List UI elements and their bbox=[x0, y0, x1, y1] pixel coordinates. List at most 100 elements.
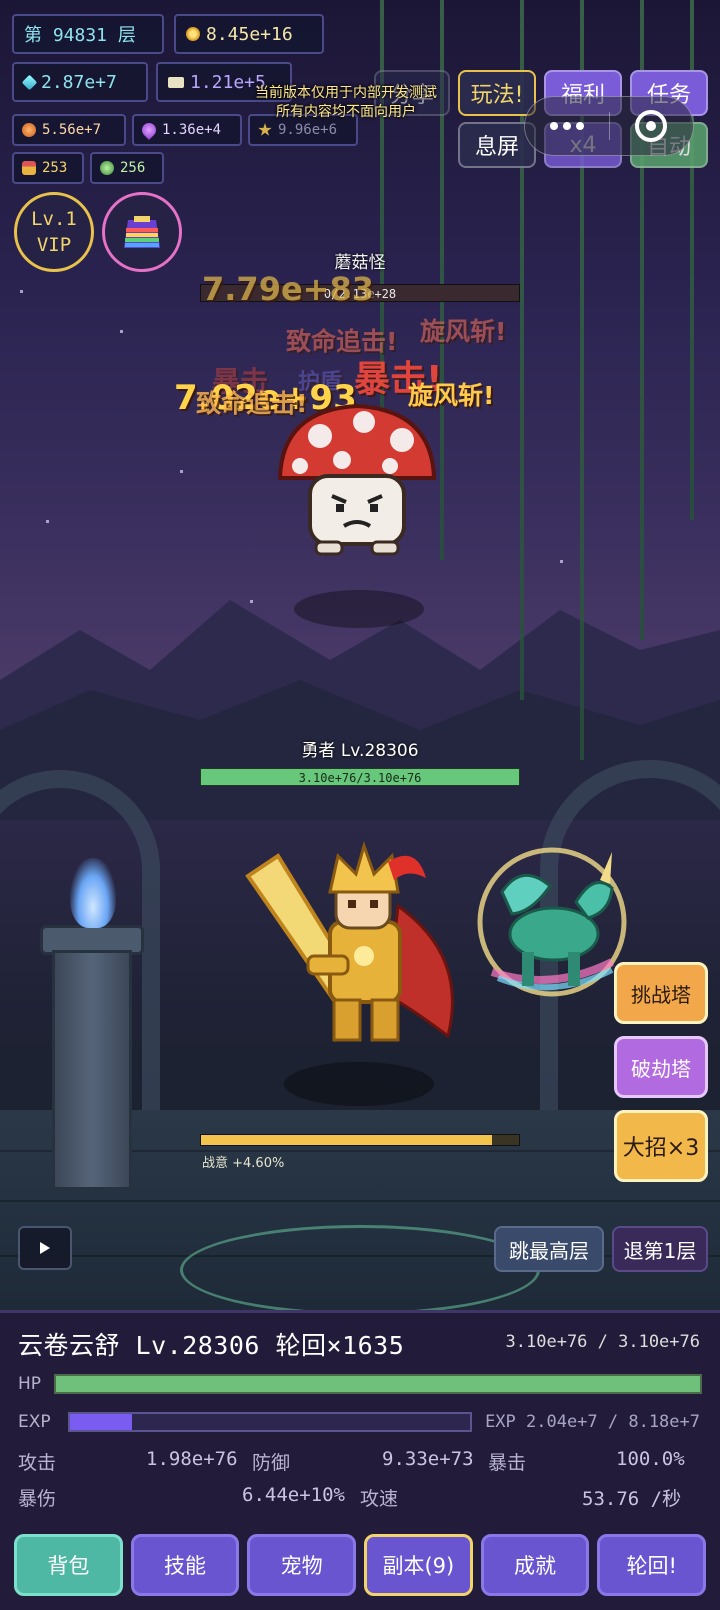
player-name: 云卷云舒 Lv.28306 轮回×1635 bbox=[18, 1331, 405, 1360]
tab-dungeon-label: 副本(9) bbox=[382, 1554, 455, 1578]
ember-value: 5.56e+7 bbox=[42, 122, 102, 138]
ember-counter: 5.56e+7 bbox=[12, 114, 126, 146]
spd-value: 53.76 /秒 bbox=[582, 1488, 682, 1510]
player-exp-fill bbox=[70, 1414, 132, 1430]
critdmg-value: 6.44e+10% bbox=[242, 1484, 345, 1506]
hero-name: 勇者 Lv.28306 bbox=[301, 741, 419, 761]
notice-line-2: 所有内容均不面向用户 bbox=[276, 104, 416, 120]
break-tower-button[interactable]: 破劫塔 bbox=[614, 1036, 708, 1098]
bottom-tab-bar: 背包 技能 宠物 副本(9) 成就 轮回! bbox=[14, 1534, 707, 1596]
tab-achievements-label: 成就 bbox=[514, 1554, 557, 1578]
tab-pets[interactable]: 宠物 bbox=[247, 1534, 357, 1596]
howto-button[interactable]: 玩法! bbox=[458, 70, 536, 116]
essence-drop-icon bbox=[139, 120, 159, 140]
exp-text: EXP 2.04e+7 / 8.18e+7 bbox=[485, 1412, 700, 1432]
rage-fill bbox=[201, 1135, 493, 1145]
medal-counter: 253 bbox=[12, 152, 84, 184]
hero-hp-text: 3.10e+76/3.10e+76 bbox=[298, 771, 422, 785]
diamond-value: 2.87e+7 bbox=[41, 71, 117, 93]
tab-dungeon[interactable]: 副本(9) bbox=[364, 1534, 473, 1596]
tab-skills-label: 技能 bbox=[164, 1554, 206, 1578]
medal-icon bbox=[22, 161, 36, 175]
diamond-counter: 2.87e+7 bbox=[12, 62, 148, 102]
ticket-icon bbox=[168, 76, 184, 88]
diamond-icon bbox=[21, 74, 38, 90]
medal-value: 253 bbox=[42, 160, 68, 176]
player-hp-text: 3.10e+76 / 3.10e+76 bbox=[505, 1332, 700, 1352]
play-button[interactable] bbox=[18, 1226, 72, 1270]
def-value: 9.33e+73 bbox=[382, 1448, 474, 1470]
crit-label: 暴击 bbox=[488, 1452, 527, 1474]
howto-label: 玩法! bbox=[470, 83, 524, 108]
tab-pets-label: 宠物 bbox=[280, 1554, 323, 1578]
stone-pillar bbox=[52, 950, 132, 1190]
miniprogram-capsule bbox=[524, 96, 694, 156]
ultimate-button[interactable]: 大招×3 bbox=[614, 1110, 708, 1182]
player-exp-bar bbox=[68, 1412, 472, 1432]
notice-line-1: 当前版本仅用于内部开发测试 bbox=[255, 85, 437, 101]
blue-flame-icon bbox=[70, 858, 116, 928]
player-hp-fill bbox=[56, 1376, 700, 1392]
crit-value: 100.0% bbox=[616, 1448, 685, 1470]
battle-scene bbox=[0, 0, 720, 1310]
floor-text: 第 94831 层 bbox=[24, 25, 136, 46]
tab-bag[interactable]: 背包 bbox=[14, 1534, 123, 1596]
hero-knight[interactable] bbox=[238, 836, 478, 1056]
hp-label: HP bbox=[18, 1374, 42, 1394]
magic-circle bbox=[180, 1225, 540, 1310]
enemy-shadow bbox=[294, 590, 424, 628]
hero-hp-bar: 3.10e+76/3.10e+76 bbox=[200, 768, 520, 786]
mushroom-monster[interactable] bbox=[272, 400, 442, 560]
star bbox=[20, 290, 23, 293]
def-label: 防御 bbox=[252, 1452, 291, 1474]
more-icon[interactable] bbox=[525, 122, 609, 130]
close-target-icon[interactable] bbox=[610, 110, 694, 142]
essence-counter: 1.36e+4 bbox=[132, 114, 242, 146]
essence-value: 1.36e+4 bbox=[162, 122, 222, 138]
vip-badge[interactable]: Lv.1 VIP bbox=[14, 192, 94, 272]
star bbox=[46, 520, 49, 523]
coin-icon bbox=[186, 27, 200, 41]
jump-top-floor-button[interactable]: 跳最高层 bbox=[494, 1226, 604, 1272]
break-tower-label: 破劫塔 bbox=[631, 1056, 691, 1081]
rage-label: 战意 +4.60% bbox=[202, 1156, 285, 1171]
player-hp-bar bbox=[54, 1374, 702, 1394]
tab-achievements[interactable]: 成就 bbox=[480, 1534, 590, 1596]
damage-number: 7.79e+83 bbox=[202, 270, 374, 308]
tab-skills[interactable]: 技能 bbox=[130, 1534, 240, 1596]
screen-off-label: 息屏 bbox=[474, 135, 519, 160]
vip-label: VIP bbox=[36, 234, 72, 256]
orb-icon bbox=[100, 161, 114, 175]
cape-badge[interactable] bbox=[102, 192, 182, 272]
back-first-floor-button[interactable]: 退第1层 bbox=[612, 1226, 708, 1272]
ember-icon bbox=[22, 123, 36, 137]
orb-value: 256 bbox=[120, 160, 146, 176]
critdmg-label: 暴伤 bbox=[18, 1488, 57, 1510]
gold-value: 8.45e+16 bbox=[206, 23, 293, 45]
floor-counter: 第 94831 层 bbox=[12, 14, 164, 54]
star bbox=[120, 330, 123, 333]
challenge-tower-button[interactable]: 挑战塔 bbox=[614, 962, 708, 1024]
gold-counter: 8.45e+16 bbox=[174, 14, 324, 54]
tab-reincarnate-label: 轮回! bbox=[626, 1554, 677, 1578]
star bbox=[180, 470, 183, 473]
rage-bar bbox=[200, 1134, 520, 1146]
combat-text: 旋风斩! bbox=[420, 317, 507, 346]
dev-notice: 当前版本仅用于内部开发测试 所有内容均不面向用户 bbox=[228, 84, 464, 122]
qilin-pet[interactable] bbox=[472, 842, 632, 1012]
orb-counter: 256 bbox=[90, 152, 164, 184]
back-first-label: 退第1层 bbox=[623, 1238, 697, 1263]
spd-label: 攻速 bbox=[360, 1488, 399, 1510]
tab-reincarnate[interactable]: 轮回! bbox=[597, 1534, 707, 1596]
atk-value: 1.98e+76 bbox=[146, 1448, 238, 1470]
star-icon bbox=[258, 123, 272, 136]
exp-label: EXP bbox=[18, 1412, 51, 1432]
jump-top-label: 跳最高层 bbox=[509, 1238, 589, 1263]
ultimate-label: 大招×3 bbox=[622, 1136, 700, 1161]
hero-shadow bbox=[284, 1062, 434, 1106]
tab-bag-label: 背包 bbox=[47, 1554, 90, 1578]
rainbow-cape-icon bbox=[124, 216, 160, 248]
play-icon bbox=[40, 1242, 50, 1254]
vip-level: Lv.1 bbox=[31, 208, 77, 230]
atk-label: 攻击 bbox=[18, 1452, 57, 1474]
